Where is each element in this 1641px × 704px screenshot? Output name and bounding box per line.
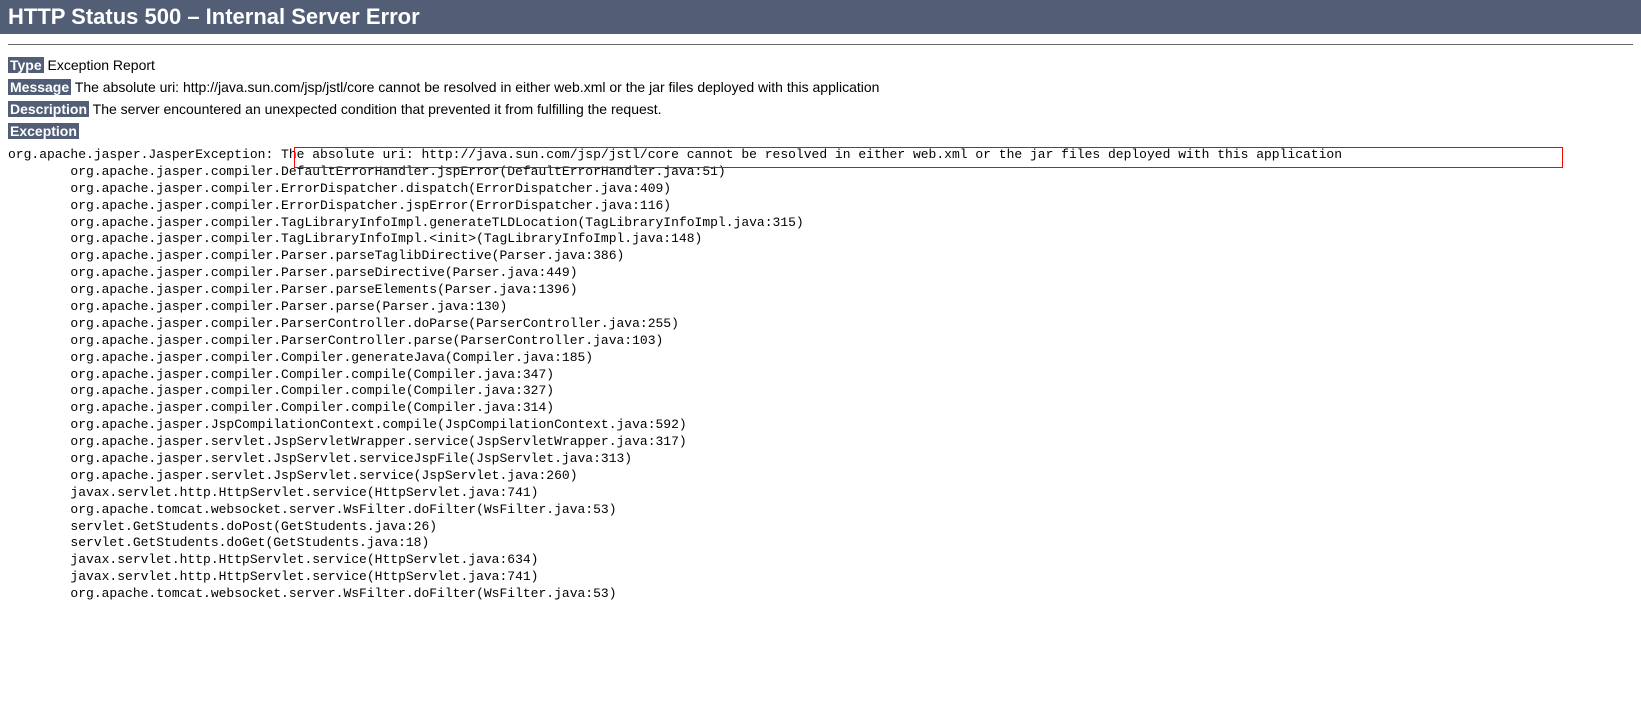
type-line: Type Exception Report <box>8 57 1633 73</box>
stacktrace: org.apache.jasper.JasperException: The a… <box>8 147 1633 603</box>
stacktrace-container: org.apache.jasper.JasperException: The a… <box>8 147 1633 603</box>
type-label: Type <box>8 57 44 73</box>
divider <box>8 44 1633 45</box>
description-label: Description <box>8 101 89 117</box>
description-line: Description The server encountered an un… <box>8 101 1633 117</box>
page-title: HTTP Status 500 – Internal Server Error <box>0 0 1641 34</box>
message-value: The absolute uri: http://java.sun.com/js… <box>71 79 879 95</box>
description-value: The server encountered an unexpected con… <box>89 101 662 117</box>
message-line: Message The absolute uri: http://java.su… <box>8 79 1633 95</box>
exception-header: Exception <box>8 123 1633 139</box>
type-value: Exception Report <box>44 57 155 73</box>
exception-label: Exception <box>8 123 79 139</box>
message-label: Message <box>8 79 71 95</box>
